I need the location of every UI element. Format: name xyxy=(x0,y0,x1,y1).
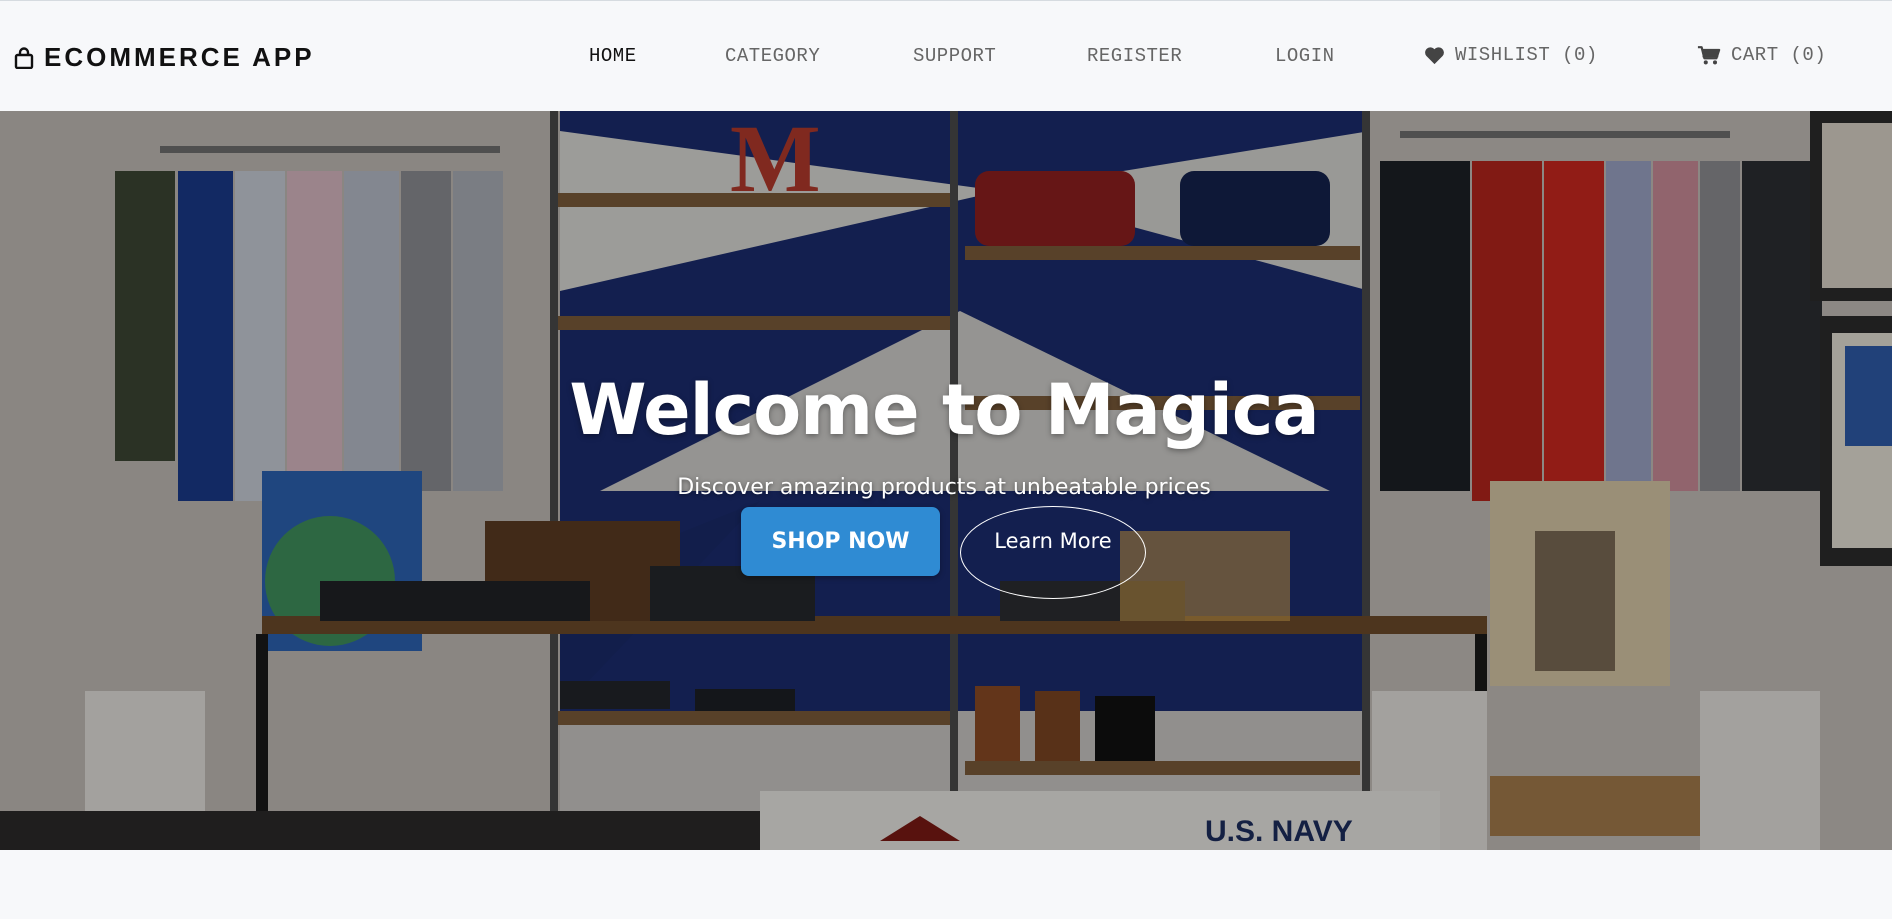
nav-home-link[interactable]: HOME xyxy=(589,45,637,67)
hero-banner: M U.S. NAVY Welcome to Magica Discover a… xyxy=(0,111,1892,850)
wishlist-label: WISHLIST (0) xyxy=(1455,44,1598,66)
heart-icon xyxy=(1424,46,1445,65)
brand-logo[interactable]: ECOMMERCE APP xyxy=(14,42,315,73)
nav-support-link[interactable]: SUPPORT xyxy=(913,45,996,67)
cart-label: CART (0) xyxy=(1731,44,1827,66)
page-below-hero xyxy=(0,850,1892,919)
nav-register-link[interactable]: REGISTER xyxy=(1087,45,1182,67)
brand-name: ECOMMERCE APP xyxy=(44,42,315,72)
learn-more-button[interactable]: Learn More xyxy=(960,506,1146,599)
nav-category-link[interactable]: CATEGORY xyxy=(725,45,820,67)
hero-title: Welcome to Magica xyxy=(569,369,1319,451)
top-navbar: ECOMMERCE APP HOME CATEGORY SUPPORT REGI… xyxy=(0,0,1892,111)
shopping-bag-icon xyxy=(14,46,34,69)
hero-subtitle: Discover amazing products at unbeatable … xyxy=(677,475,1211,500)
cart-icon xyxy=(1697,45,1721,66)
nav-wishlist-link[interactable]: WISHLIST (0) xyxy=(1424,44,1598,66)
shop-now-button[interactable]: SHOP NOW xyxy=(741,507,940,576)
nav-cart-link[interactable]: CART (0) xyxy=(1697,44,1826,66)
nav-login-link[interactable]: LOGIN xyxy=(1275,45,1335,67)
